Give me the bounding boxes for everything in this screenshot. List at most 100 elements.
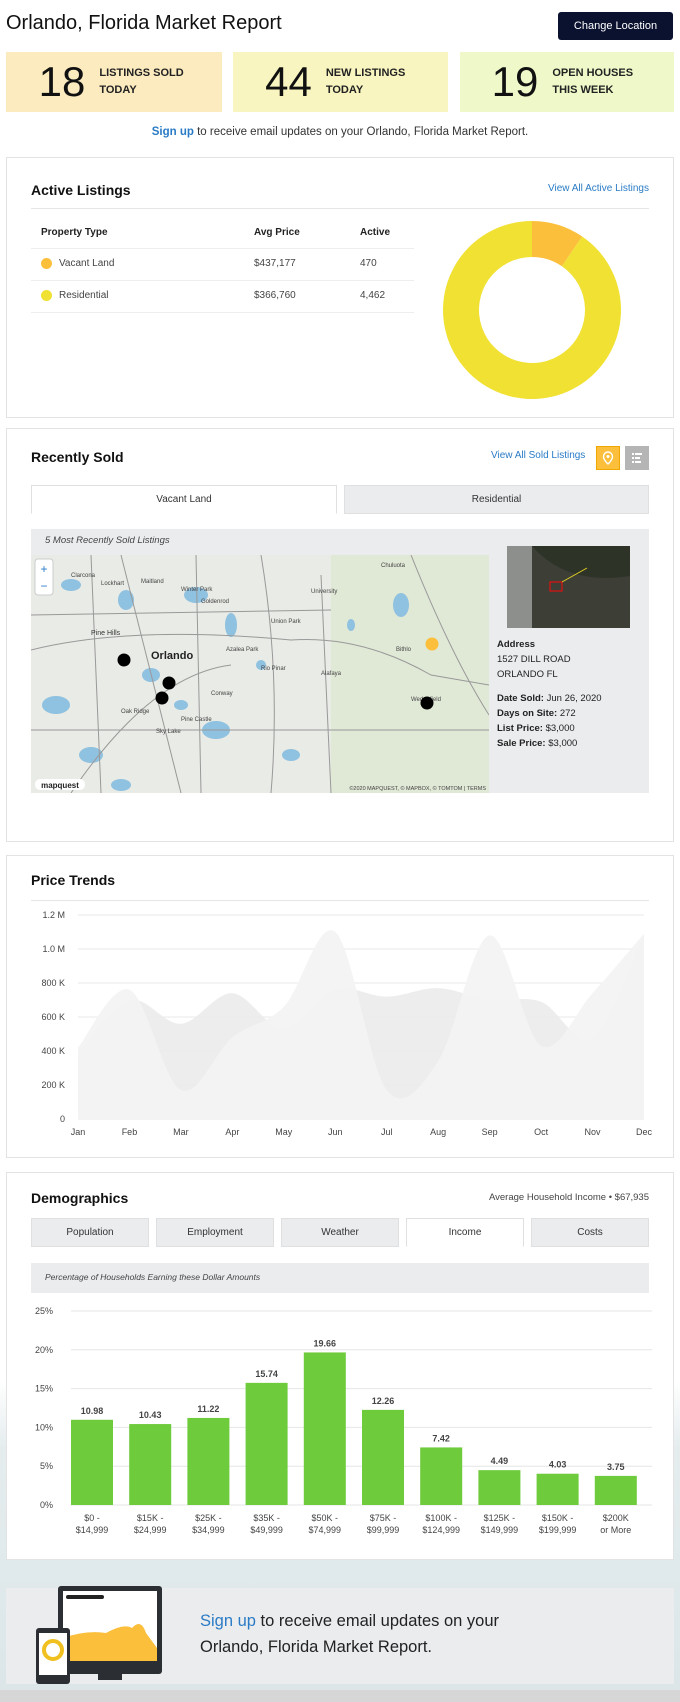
avg-price: $366,760 [254,290,296,301]
map-caption: 5 Most Recently Sold Listings [45,535,170,546]
map-label: Chuluota [381,563,406,569]
bar [129,1424,172,1505]
date-sold: Date Sold: Jun 26, 2020 [497,693,602,704]
map-label: Conway [211,691,233,697]
bar-value-label: 11.22 [197,1404,219,1414]
property-type: Residential [59,290,109,301]
x-tick-label: Jun [328,1127,343,1137]
section-title: Active Listings [31,182,131,198]
bar-value-label: 19.66 [314,1338,337,1348]
tab-vacant-land[interactable]: Vacant Land [31,485,337,514]
change-location-button[interactable]: Change Location [558,12,673,40]
footer-signup-link[interactable]: Sign up [200,1612,256,1630]
address-label: Address [497,639,536,650]
price-trends-card: Price Trends 0 200 K 400 K 600 K 800 K 1.0 M1… [6,855,674,1158]
y-tick-label: 20% [35,1345,53,1355]
map-label: Maitland [141,579,164,585]
active-listings-donut-chart [443,221,621,399]
x-tick-label: $50K - [312,1513,339,1523]
map-label: Sky Lake [156,729,181,735]
list-icon [632,453,642,463]
map-marker[interactable] [155,691,169,705]
map-label: Azalea Park [226,647,259,653]
bar-value-label: 7.42 [432,1433,450,1443]
zoom-out-button[interactable]: − [40,579,47,593]
divider [31,312,414,313]
days-on-site: Days on Site: 272 [497,708,576,719]
bar-value-label: 4.49 [491,1456,509,1466]
price-trends-chart: 0 200 K 400 K 600 K 800 K 1.0 M 1.2 M Jan Feb Mar… [41,910,653,1137]
x-tick-label: $24,999 [134,1525,167,1535]
bar-value-label: 10.98 [81,1406,104,1416]
x-tick-label: $149,999 [481,1525,519,1535]
stat-new-listings: 44 NEW LISTINGS TODAY [233,52,448,112]
x-tick-label: $124,999 [422,1525,460,1535]
stat-listings-sold: 18 LISTINGS SOLD TODAY [6,52,222,112]
x-tick-label: $99,999 [367,1525,400,1535]
y-tick-label: 200 K [41,1080,65,1090]
list-view-button[interactable] [625,446,649,470]
map-marker-selected[interactable] [425,637,439,651]
map-view-button[interactable] [596,446,620,470]
bar [420,1447,463,1505]
bar-value-label: 4.03 [549,1460,567,1470]
x-tick-label: $74,999 [309,1525,342,1535]
map-label: Union Park [271,619,302,625]
stat-value: 19 [491,58,539,105]
bar-value-label: 3.75 [607,1462,625,1472]
recently-sold-card: Recently Sold View All Sold Listings Vac… [6,428,674,842]
footer-signup-banner: Sign up to receive email updates on your… [6,1586,674,1684]
section-title: Recently Sold [31,449,124,465]
view-all-active-listings-link[interactable]: View All Active Listings [548,183,649,194]
y-tick-label: 1.0 M [42,944,65,954]
column-header: Avg Price [254,227,300,238]
bar [536,1473,579,1505]
x-tick-label: Mar [173,1127,189,1137]
y-tick-label: 15% [35,1384,53,1394]
stat-label: THIS WEEK [552,84,614,96]
x-tick-label: Feb [122,1127,138,1137]
map-label: Clarcona [71,573,96,579]
map-label: Goldenrod [201,599,229,605]
x-tick-label: Aug [430,1127,446,1137]
y-tick-label: 5% [40,1461,53,1471]
list-price: List Price: $3,000 [497,723,575,734]
x-tick-label: or More [600,1525,631,1535]
signup-banner: Sign up to receive email updates on your… [0,126,680,138]
x-tick-label: $0 - [84,1513,100,1523]
x-tick-label: May [275,1127,293,1137]
active-count: 470 [360,258,377,269]
address-line-2: ORLANDO FL [497,669,558,680]
bar [362,1409,404,1505]
view-all-sold-listings-link[interactable]: View All Sold Listings [491,450,585,461]
x-tick-label: $25K - [195,1513,222,1523]
listing-photo[interactable] [507,546,630,628]
bar-value-label: 10.43 [139,1410,162,1420]
stat-open-houses: 19 OPEN HOUSES THIS WEEK [460,52,674,112]
stat-label: TODAY [99,84,137,96]
x-tick-label: $15K - [137,1513,164,1523]
x-tick-label: $199,999 [539,1525,577,1535]
y-tick-label: 400 K [41,1046,65,1056]
x-tick-label: $49,999 [250,1525,283,1535]
map-marker[interactable] [117,653,131,667]
active-count: 4,462 [360,290,386,301]
map-marker[interactable] [162,676,176,690]
x-tick-label: Apr [225,1127,239,1137]
devices-illustration [36,1586,162,1684]
stat-value: 44 [265,58,312,105]
map-attribution[interactable]: ©2020 MAPQUEST, © MAPBOX, © TOMTOM | TER… [349,785,486,792]
x-tick-label: Dec [636,1127,653,1137]
stat-label: NEW LISTINGS [325,67,406,79]
signup-link[interactable]: Sign up [152,126,194,138]
stat-label: OPEN HOUSES [552,67,634,79]
tab-residential[interactable]: Residential [344,485,649,514]
x-tick-label: $150K - [542,1513,574,1523]
mapquest-logo: mapquest [41,781,79,790]
bar [187,1417,230,1505]
x-tick-label: Jul [381,1127,393,1137]
zoom-in-button[interactable]: + [40,562,47,576]
map-marker[interactable] [420,696,434,710]
column-header: Active [360,227,391,238]
sold-listings-map[interactable]: Orlando Pine Hills Winter Park Universit… [31,555,489,793]
